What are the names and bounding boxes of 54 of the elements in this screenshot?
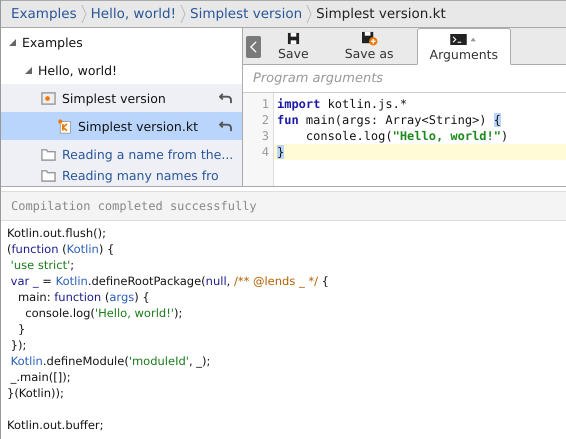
tree-label: Reading a name from the...	[62, 146, 234, 162]
tree-item[interactable]: Simplest version	[1, 84, 242, 112]
line-number: 1	[260, 96, 270, 112]
output-line: console.log('Hello, world!');	[24, 306, 182, 320]
output-line: Kotlin.out.flush();	[7, 226, 106, 240]
undo-icon[interactable]	[219, 120, 232, 132]
output-line: var _ = Kotlin.defineRootPackage(null, /** @lends _ */ {	[10, 274, 330, 288]
output-line: });	[10, 338, 26, 352]
toolbar-button[interactable]: Save as	[332, 27, 407, 64]
tree-item[interactable]: Reading a name from the...	[1, 140, 242, 168]
breadcrumb-link[interactable]: Hello, world!	[90, 6, 176, 22]
output-line: }	[16, 322, 26, 336]
code-line: fun main(args: Array<String>) {	[276, 112, 501, 128]
toolbar-button[interactable]: Save	[265, 27, 322, 64]
output-line: _.main([]);	[10, 370, 71, 384]
output-line: (function (Kotlin) {	[7, 242, 114, 256]
output-line: Kotlin.out.buffer;	[7, 418, 104, 432]
line-number: 2	[260, 112, 270, 128]
triangle-icon[interactable]	[25, 66, 32, 74]
folder-icon	[41, 90, 56, 106]
output-line: 'use strict';	[10, 258, 74, 272]
breadcrumb-link[interactable]: Simplest version	[190, 6, 302, 22]
tree-label: Hello, world!	[38, 62, 118, 78]
collapse-button[interactable]	[246, 36, 261, 58]
tree-item[interactable]: Reading many names fro	[1, 168, 242, 186]
tree-label: Simplest version.kt	[78, 118, 199, 134]
output-line: main: function (args) {	[16, 290, 150, 304]
kotlin-file-icon	[57, 118, 72, 134]
code-editor[interactable]: 1 import kotlin.js.* 2 fun main(args: Array<String>) { 3 console.log("Hello, world!") 4 }	[243, 93, 566, 186]
console-status: Compilation completed successfully	[1, 191, 566, 221]
chevron-icon	[80, 4, 87, 24]
tree-label: Examples	[22, 34, 84, 50]
folder-icon	[41, 146, 56, 162]
terminal-icon	[450, 34, 478, 45]
tree-item[interactable]: Simplest version.kt	[1, 112, 242, 140]
line-number: 3	[260, 128, 270, 144]
triangle-icon[interactable]	[9, 38, 16, 46]
toolbar-button[interactable]: Arguments	[416, 28, 512, 65]
tree-label: Reading many names fro	[62, 168, 220, 183]
tree-label: Simplest version	[62, 90, 167, 106]
chevron-icon	[180, 4, 186, 24]
tree-item[interactable]: Hello, world!	[1, 56, 242, 84]
code-line: console.log("Hello, world!")	[304, 128, 508, 144]
floppy-disk-plus-icon	[360, 31, 378, 46]
chevron-left-icon	[250, 41, 257, 53]
output-line: Kotlin.defineModule('moduleId', _);	[10, 354, 210, 368]
line-number: 4	[260, 144, 270, 160]
breadcrumb-link[interactable]: Examples	[11, 6, 77, 22]
tree-item[interactable]: Examples	[1, 28, 242, 56]
undo-icon[interactable]	[219, 92, 232, 104]
breadcrumb-link[interactable]: Simplest version.kt	[316, 6, 446, 22]
code-line: import kotlin.js.*	[276, 96, 408, 112]
chevron-icon	[306, 4, 312, 24]
output-line: }(Kotlin));	[7, 386, 64, 400]
